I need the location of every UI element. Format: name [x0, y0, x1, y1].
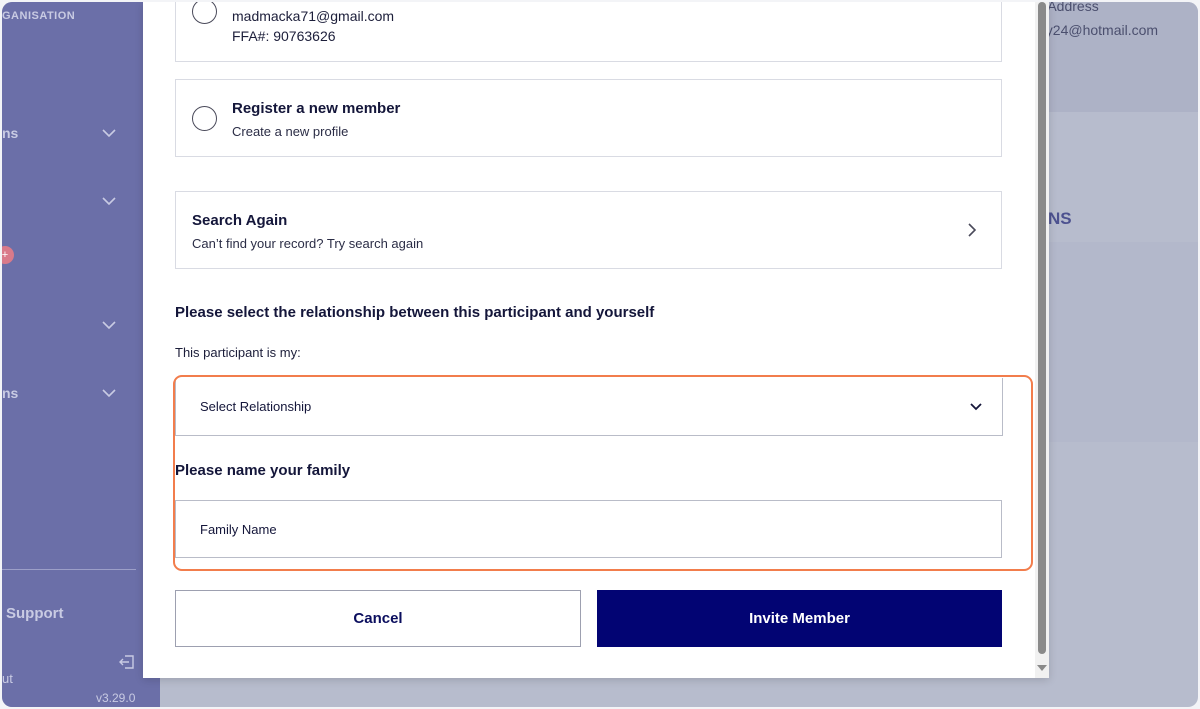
search-again-subtitle: Can’t find your record? Try search again [192, 236, 424, 251]
search-again-card[interactable]: Search Again Can’t find your record? Try… [175, 191, 1002, 269]
scroll-down-arrow-icon[interactable] [1037, 665, 1047, 671]
background-content: il Address ey24@hotmail.com NS [1032, 2, 1198, 707]
register-option-radio[interactable] [192, 106, 217, 131]
search-again-title: Search Again [192, 212, 288, 229]
relationship-question: Please select the relationship between t… [175, 304, 655, 321]
invite-member-modal: madmacka71@gmail.com FFA#: 90763626 Regi… [143, 2, 1049, 678]
modal-scrollbar[interactable] [1035, 2, 1049, 678]
cancel-button[interactable]: Cancel [175, 590, 581, 647]
chevron-down-icon [970, 403, 982, 411]
invite-member-button[interactable]: Invite Member [597, 590, 1002, 647]
chevron-right-icon [968, 223, 977, 237]
sidebar-item-label: ns [2, 125, 19, 141]
chevron-down-icon [102, 389, 116, 398]
sidebar-item-1[interactable]: ns [2, 122, 122, 146]
chevron-down-icon [102, 129, 116, 138]
background-panel [1032, 242, 1198, 442]
member-ffa-number: FFA#: 90763626 [232, 28, 336, 44]
sidebar: GANISATION ns + ns Support ut v3.29.0 [2, 2, 160, 707]
register-new-member-card[interactable]: Register a new member Create a new profi… [175, 79, 1002, 157]
version-label: v3.29.0 [96, 691, 136, 705]
sidebar-item-label: ns [2, 385, 19, 401]
email-address-value: ey24@hotmail.com [1038, 22, 1159, 38]
logout-label[interactable]: ut [2, 671, 13, 686]
sidebar-divider [2, 569, 136, 570]
sidebar-item-4[interactable]: ns [2, 382, 122, 406]
member-option-radio[interactable] [192, 2, 217, 24]
organisation-label: GANISATION [2, 10, 76, 22]
member-option-card[interactable]: madmacka71@gmail.com FFA#: 90763626 [175, 2, 1002, 62]
member-email: madmacka71@gmail.com [232, 8, 395, 24]
scrollbar-thumb[interactable] [1038, 2, 1046, 654]
sidebar-item-3[interactable] [2, 314, 122, 338]
family-name-question: Please name your family [175, 462, 351, 479]
relationship-select-value: Select Relationship [200, 399, 312, 414]
family-name-input[interactable] [175, 500, 1002, 558]
chevron-down-icon [102, 321, 116, 330]
relationship-label: This participant is my: [175, 345, 301, 360]
add-badge-icon[interactable]: + [2, 246, 14, 264]
chevron-down-icon [102, 197, 116, 206]
section-heading: NS [1048, 209, 1072, 228]
register-title: Register a new member [232, 100, 401, 117]
logout-icon[interactable] [118, 653, 136, 671]
sidebar-item-2[interactable] [2, 190, 122, 214]
app-frame: GANISATION ns + ns Support ut v3.29.0 il [2, 2, 1198, 707]
background-band [1032, 2, 1198, 112]
relationship-select[interactable]: Select Relationship [175, 378, 1003, 436]
register-subtitle: Create a new profile [232, 124, 349, 139]
support-link[interactable]: Support [6, 605, 64, 622]
